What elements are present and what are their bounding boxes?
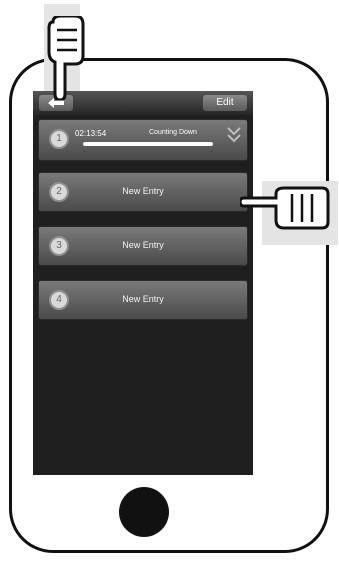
timer-row-4[interactable]: 4 New Entry xyxy=(38,280,248,320)
timer-row-2[interactable]: 2 New Entry xyxy=(38,172,248,212)
timer-progress-bar xyxy=(83,142,213,146)
pointing-hand-icon xyxy=(240,186,330,230)
home-button[interactable] xyxy=(119,487,169,537)
timer-label: New Entry xyxy=(122,186,164,196)
app-screen: Edit 1 02:13:54 Counting Down 2 New Entr… xyxy=(33,91,253,475)
pointing-hand-icon xyxy=(47,16,85,100)
timer-time: 02:13:54 xyxy=(75,129,107,138)
timer-number-badge: 1 xyxy=(49,129,69,149)
edit-button[interactable]: Edit xyxy=(203,95,247,111)
timer-label: New Entry xyxy=(122,294,164,304)
timer-row-3[interactable]: 3 New Entry xyxy=(38,226,248,266)
timer-status: Counting Down xyxy=(149,129,197,136)
timer-row-1[interactable]: 1 02:13:54 Counting Down xyxy=(38,119,248,161)
timer-label: New Entry xyxy=(122,240,164,250)
chevron-down-icon[interactable] xyxy=(226,126,242,144)
